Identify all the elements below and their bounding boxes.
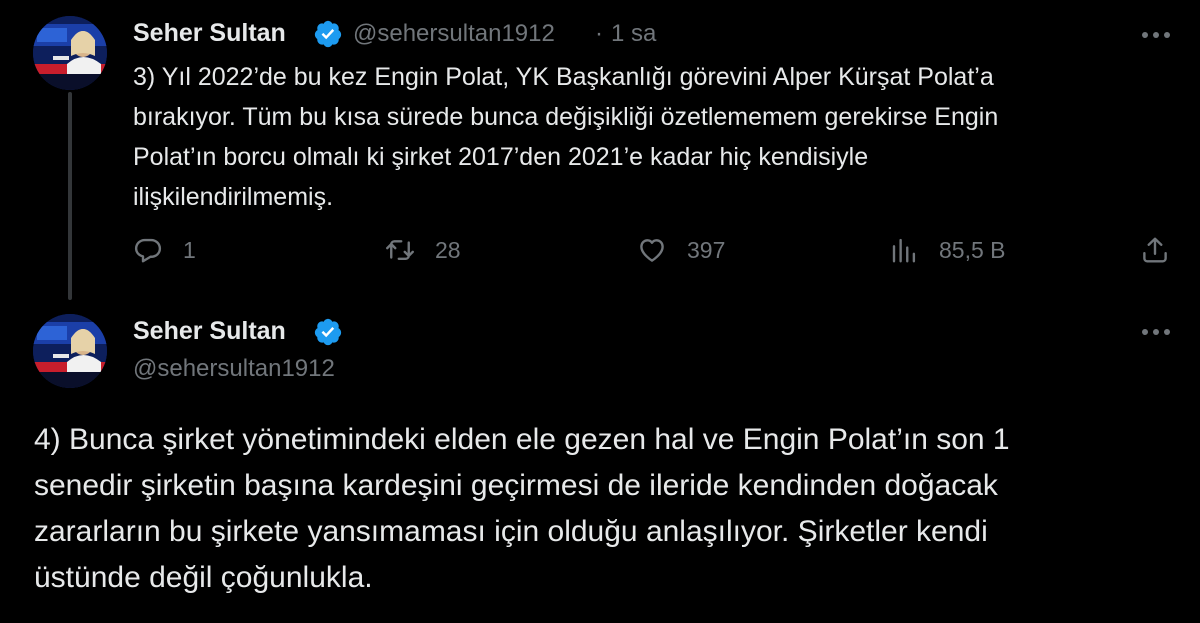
separator-dot: · bbox=[595, 20, 603, 47]
verified-badge-icon[interactable] bbox=[313, 19, 343, 49]
avatar-image bbox=[33, 314, 107, 388]
reply-button[interactable]: 1 bbox=[133, 232, 196, 268]
tweet-text-line: ilişkilendirilmemiş. bbox=[133, 183, 334, 211]
bar-chart-icon bbox=[892, 238, 916, 263]
tweet-text: 4) Bunca şirket yönetimindeki elden ele … bbox=[34, 417, 1010, 601]
repost-count: 28 bbox=[435, 236, 461, 263]
tweet-thread: Seher Sultan @sehersultan1912 · 1 sa 3) … bbox=[0, 0, 1200, 623]
repost-arrows-icon bbox=[386, 240, 414, 260]
views-count: 85,5 B bbox=[939, 236, 1006, 263]
share-upload-icon bbox=[1143, 237, 1167, 263]
like-button[interactable]: 397 bbox=[637, 232, 725, 268]
reply-bubble-icon bbox=[134, 238, 162, 263]
tweet-time[interactable]: 1 sa bbox=[611, 20, 656, 48]
tweet-text: 3) Yıl 2022’de bu kez Engin Polat, YK Ba… bbox=[133, 57, 998, 217]
author-name[interactable]: Seher Sultan bbox=[133, 317, 286, 346]
author-name[interactable]: Seher Sultan bbox=[133, 19, 286, 48]
tweet-text-line: 4) Bunca şirket yönetimindeki elden ele … bbox=[34, 423, 1010, 456]
tweet-text-line: zararların bu şirkete yansımaması için o… bbox=[34, 515, 988, 548]
repost-button[interactable]: 28 bbox=[385, 232, 461, 268]
author-handle[interactable]: @sehersultan1912 bbox=[133, 355, 335, 383]
share-button[interactable] bbox=[1140, 232, 1170, 268]
views-button[interactable]: 85,5 B bbox=[889, 232, 1006, 268]
more-dots-icon[interactable] bbox=[1140, 326, 1172, 338]
avatar-image bbox=[33, 16, 107, 90]
thread-connector-line bbox=[68, 92, 72, 300]
verified-badge-icon[interactable] bbox=[313, 317, 343, 347]
heart-icon bbox=[640, 239, 664, 262]
tweet-text-line: 3) Yıl 2022’de bu kez Engin Polat, YK Ba… bbox=[133, 63, 994, 91]
more-dots-icon[interactable] bbox=[1140, 29, 1172, 41]
avatar[interactable] bbox=[33, 314, 107, 388]
reply-count: 1 bbox=[183, 236, 196, 263]
tweet-text-line: bırakıyor. Tüm bu kısa sürede bunca deği… bbox=[133, 103, 999, 131]
like-count: 397 bbox=[687, 236, 726, 263]
author-handle[interactable]: @sehersultan1912 bbox=[353, 20, 555, 48]
tweet-text-line: senedir şirketin başına kardeşini geçirm… bbox=[34, 469, 998, 502]
tweet-text-line: üstünde değil çoğunlukla. bbox=[34, 561, 373, 594]
avatar[interactable] bbox=[33, 16, 107, 90]
tweet-text-line: Polat’ın borcu olmalı ki şirket 2017’den… bbox=[133, 143, 869, 171]
